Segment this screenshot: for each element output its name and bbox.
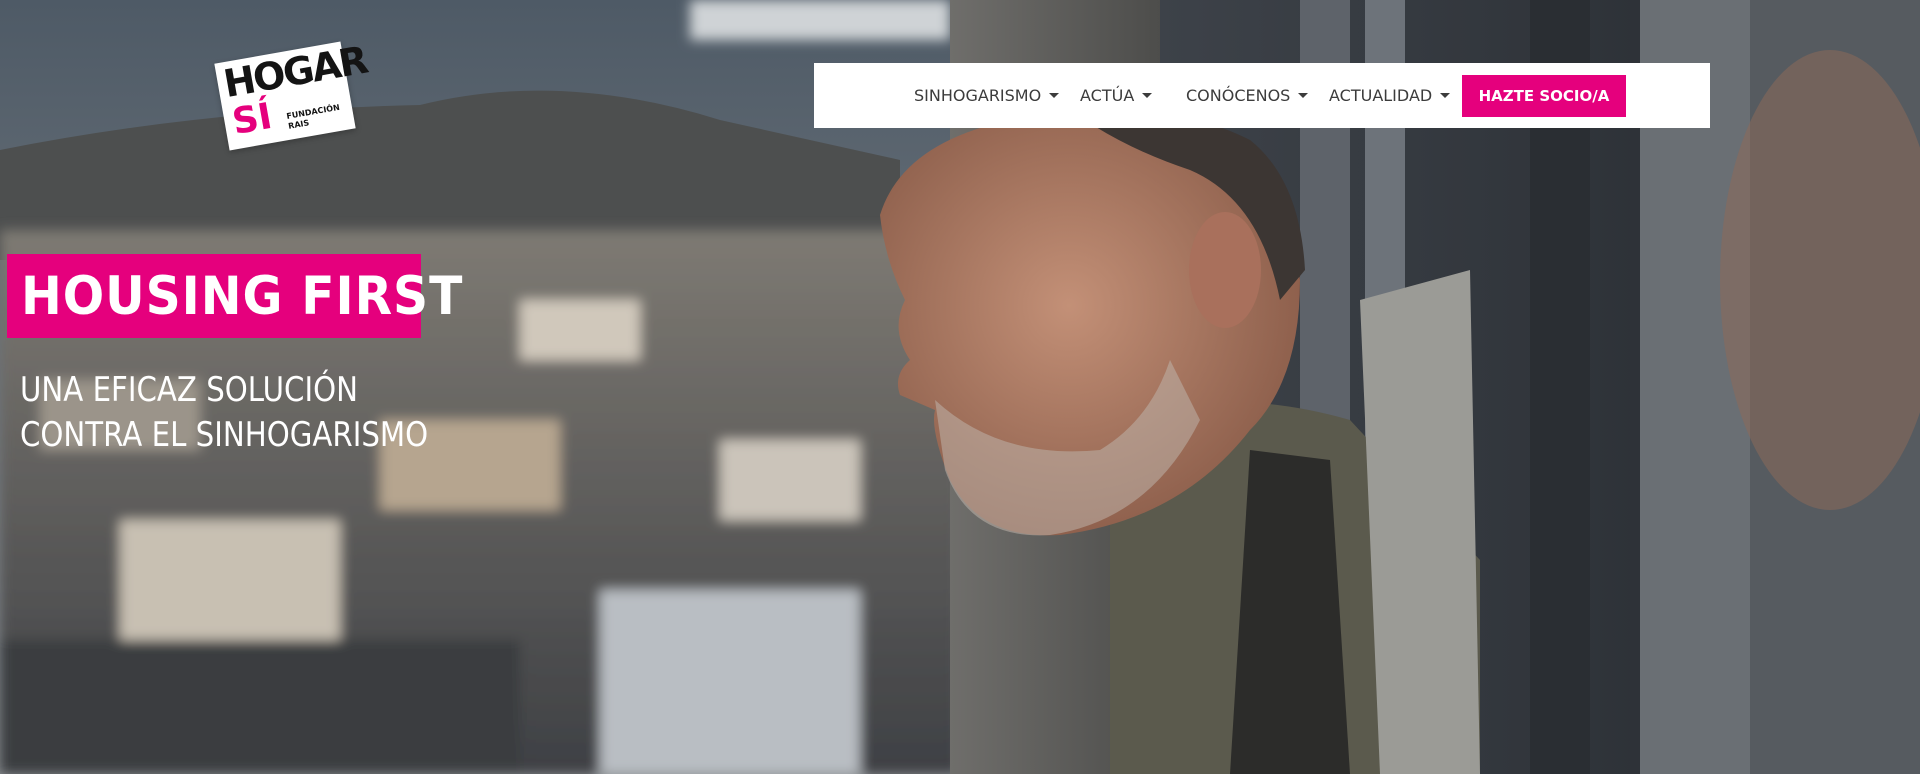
logo-accent: SÍ	[229, 95, 276, 144]
hero-subtitle-line-1: UNA EFICAZ SOLUCIÓN	[20, 370, 358, 410]
hero-subtitle: UNA EFICAZ SOLUCIÓN CONTRA EL SINHOGARIS…	[20, 368, 429, 458]
nav-item-actua[interactable]: ACTÚA	[1080, 63, 1153, 128]
nav-item-label: ACTÚA	[1080, 86, 1135, 105]
logo-tagline: FUNDACIÓN RAIS	[285, 102, 341, 131]
main-navigation: SINHOGARISMO ACTÚA CONÓCENOS ACTUALIDAD …	[814, 63, 1710, 128]
nav-item-label: ACTUALIDAD	[1329, 86, 1433, 105]
nav-item-conocenos[interactable]: CONÓCENOS	[1186, 63, 1309, 128]
nav-item-label: CONÓCENOS	[1186, 86, 1291, 105]
nav-item-sinhogarismo[interactable]: SINHOGARISMO	[914, 63, 1060, 128]
nav-item-actualidad[interactable]: ACTUALIDAD	[1329, 63, 1451, 128]
nav-item-label: SINHOGARISMO	[914, 86, 1042, 105]
chevron-down-icon	[1142, 93, 1153, 98]
chevron-down-icon	[1298, 93, 1309, 98]
chevron-down-icon	[1440, 93, 1451, 98]
chevron-down-icon	[1049, 93, 1060, 98]
hero-subtitle-line-2: CONTRA EL SINHOGARISMO	[20, 415, 429, 455]
hero-title: HOUSING FIRST	[21, 265, 464, 327]
hazte-socio-button[interactable]: HAZTE SOCIO/A	[1462, 75, 1626, 117]
hero-title-box: HOUSING FIRST	[7, 254, 462, 338]
